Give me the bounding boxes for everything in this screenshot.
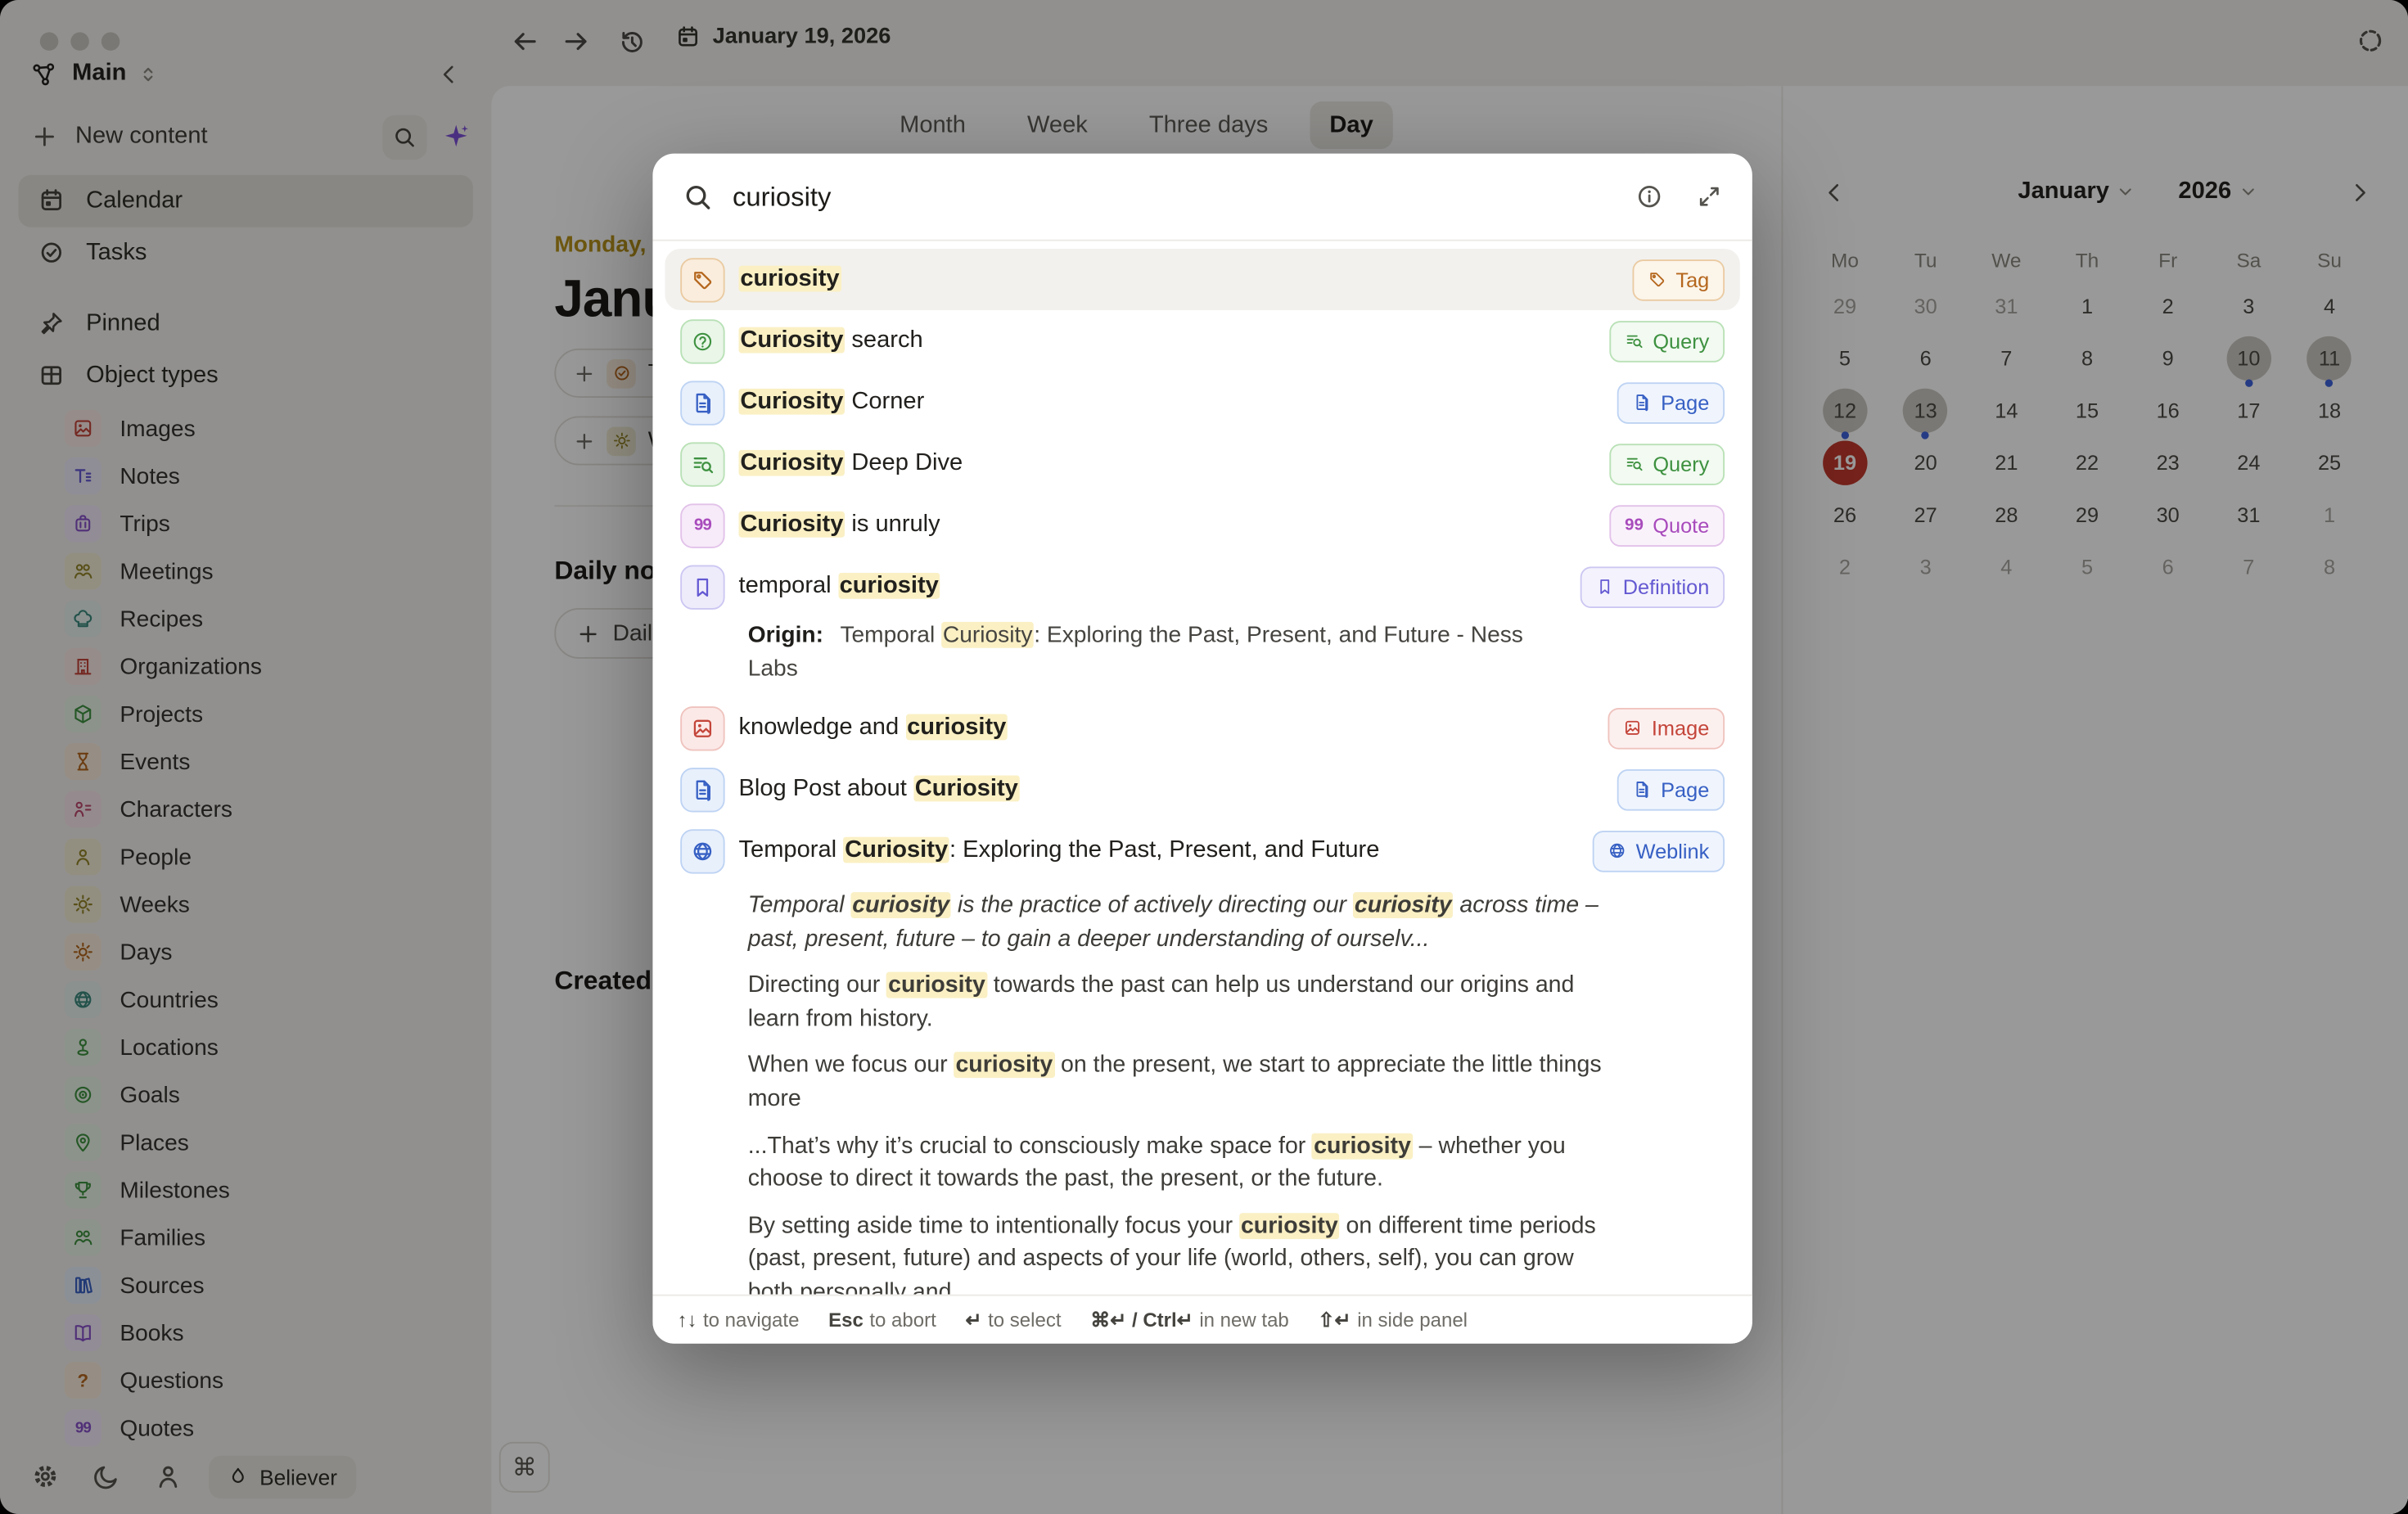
search-modal: curiosity curiosity Tag Curiosity search… bbox=[652, 154, 1752, 1344]
result-row[interactable]: Blog Post about Curiosity Page bbox=[665, 759, 1739, 820]
type-badge: 99Quote bbox=[1609, 504, 1725, 546]
app-window: January 19, 2026 Main New content Calend… bbox=[0, 0, 2408, 1514]
hint: Escto abort bbox=[828, 1309, 936, 1332]
type-badge: Page bbox=[1618, 768, 1725, 810]
quote-icon: 99 bbox=[680, 502, 724, 547]
image-icon bbox=[680, 705, 724, 750]
type-badge: Page bbox=[1618, 381, 1725, 423]
page-icon bbox=[680, 767, 724, 811]
hint: ⇧↵in side panel bbox=[1318, 1308, 1468, 1332]
search-results: curiosity Tag Curiosity search Query Cur… bbox=[652, 241, 1752, 1295]
page-icon bbox=[680, 380, 724, 424]
snippet: ...That’s why it’s crucial to consciousl… bbox=[748, 1129, 1611, 1196]
app-stage: January 19, 2026 Main New content Calend… bbox=[0, 0, 2408, 1514]
type-badge: Image bbox=[1608, 707, 1725, 749]
snippet: By setting aside time to intentionally f… bbox=[748, 1210, 1611, 1295]
result-row[interactable]: curiosity Tag bbox=[665, 249, 1739, 310]
result-title: knowledge and curiosity bbox=[738, 714, 1008, 741]
snippet: When we focus our curiosity on the prese… bbox=[748, 1049, 1611, 1115]
expand-icon[interactable] bbox=[1697, 184, 1721, 209]
result-row[interactable]: Temporal Curiosity: Exploring the Past, … bbox=[665, 820, 1739, 881]
type-badge: Weblink bbox=[1593, 830, 1725, 872]
snippet: Directing our curiosity towards the past… bbox=[748, 969, 1611, 1035]
search-input[interactable]: curiosity bbox=[733, 180, 831, 212]
bookmark-icon bbox=[680, 565, 724, 609]
result-title: Curiosity Deep Dive bbox=[738, 450, 963, 478]
result-snippets: Temporal curiosity is the practice of ac… bbox=[665, 881, 1739, 1295]
hint: ↑↓to navigate bbox=[677, 1309, 799, 1332]
result-row[interactable]: knowledge and curiosity Image bbox=[665, 697, 1739, 759]
result-meta: Origin: Temporal Curiosity: Exploring th… bbox=[665, 617, 1583, 697]
search-bar: curiosity bbox=[652, 154, 1752, 240]
result-title: Temporal Curiosity: Exploring the Past, … bbox=[738, 837, 1379, 865]
weblink-globe-icon bbox=[680, 828, 724, 872]
tag-icon bbox=[680, 257, 724, 301]
result-title: Blog Post about Curiosity bbox=[738, 776, 1019, 804]
snippet: Temporal curiosity is the practice of ac… bbox=[748, 889, 1611, 955]
type-badge: Query bbox=[1610, 320, 1725, 362]
result-row[interactable]: Curiosity Corner Page bbox=[665, 372, 1739, 433]
type-badge: Query bbox=[1610, 443, 1725, 484]
result-title: Curiosity search bbox=[738, 327, 922, 355]
result-title: temporal curiosity bbox=[738, 573, 940, 601]
result-row[interactable]: Curiosity search Query bbox=[665, 310, 1739, 372]
type-badge: Definition bbox=[1580, 565, 1725, 607]
result-title: curiosity bbox=[738, 266, 841, 294]
result-row[interactable]: 99 Curiosity is unruly 99Quote bbox=[665, 494, 1739, 556]
hint: ⌘↵ / Ctrl↵in new tab bbox=[1090, 1308, 1289, 1332]
query-icon bbox=[680, 441, 724, 485]
info-icon[interactable] bbox=[1635, 182, 1663, 210]
shortcut-hints-bar: ↑↓to navigate Escto abort ↵to select ⌘↵ … bbox=[652, 1295, 1752, 1344]
search-icon bbox=[683, 182, 713, 211]
hint: ↵to select bbox=[965, 1308, 1061, 1332]
result-title: Curiosity Corner bbox=[738, 389, 924, 417]
result-title: Curiosity is unruly bbox=[738, 511, 940, 539]
type-badge: Tag bbox=[1633, 259, 1725, 300]
help-circle-icon bbox=[680, 318, 724, 363]
result-row[interactable]: temporal curiosity Definition bbox=[665, 556, 1739, 617]
result-row[interactable]: Curiosity Deep Dive Query bbox=[665, 433, 1739, 494]
